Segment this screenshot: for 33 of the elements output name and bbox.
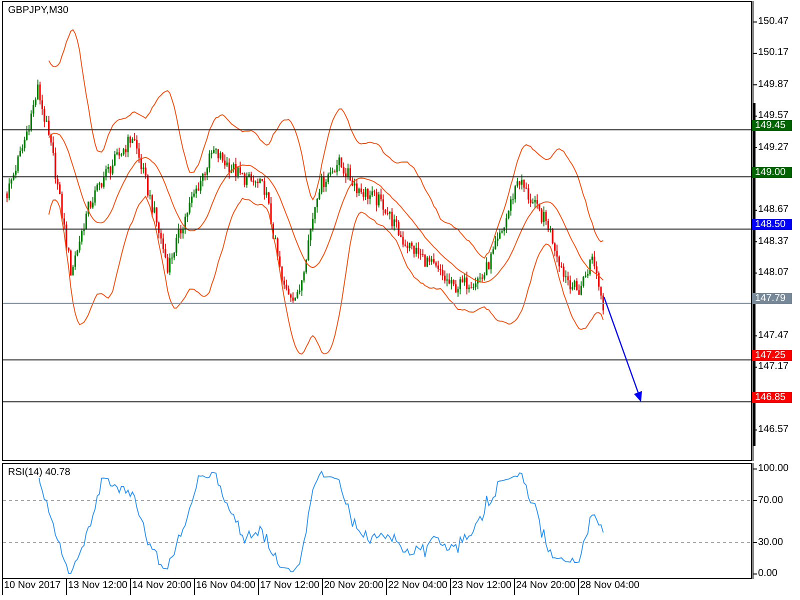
rsi-tick-label: 0.00 <box>758 569 778 579</box>
price-level-tag: 149.00 <box>752 166 792 178</box>
time-label: 16 Nov 04:00 <box>194 579 258 595</box>
price-level-tag: 147.25 <box>752 350 792 361</box>
time-label: 23 Nov 12:00 <box>450 579 514 595</box>
price-tick-label: 150.17 <box>758 48 789 58</box>
price-tick-label: 146.57 <box>758 425 789 435</box>
time-label: 10 Nov 2017 <box>2 579 66 595</box>
time-label: 22 Nov 04:00 <box>386 579 450 595</box>
rsi-tick-label: 30.00 <box>758 538 784 548</box>
symbol-label: GBPJPY,M30 <box>7 5 70 16</box>
time-label: 17 Nov 12:00 <box>258 579 322 595</box>
time-label: 28 Nov 04:00 <box>578 579 642 595</box>
rsi-label: RSI(14) 40.78 <box>7 467 72 478</box>
price-level-tag: 148.50 <box>752 219 792 230</box>
price-tick-label: 150.47 <box>758 17 789 27</box>
rsi-tick-label: 70.00 <box>758 496 784 506</box>
price-level-tag: 147.79 <box>752 293 792 304</box>
time-label: 24 Nov 20:00 <box>514 579 578 595</box>
price-tick-label: 147.17 <box>758 362 789 372</box>
price-tick-label: 147.47 <box>758 330 789 341</box>
price-tick-label: 148.67 <box>758 205 789 216</box>
price-level-tag: 149.45 <box>752 120 792 131</box>
price-tick-label: 148.37 <box>758 236 789 247</box>
time-label: 13 Nov 12:00 <box>66 579 130 595</box>
price-tick-label: 149.57 <box>758 111 789 122</box>
price-tick-label: 148.07 <box>758 268 789 278</box>
time-label: 20 Nov 20:00 <box>322 579 386 595</box>
price-tick-label: 149.87 <box>758 80 789 90</box>
time-label: 14 Nov 20:00 <box>130 579 194 595</box>
price-level-tag: 146.85 <box>752 392 792 403</box>
price-tick-label: 149.27 <box>758 142 789 153</box>
rsi-tick-label: 100.00 <box>758 464 789 474</box>
